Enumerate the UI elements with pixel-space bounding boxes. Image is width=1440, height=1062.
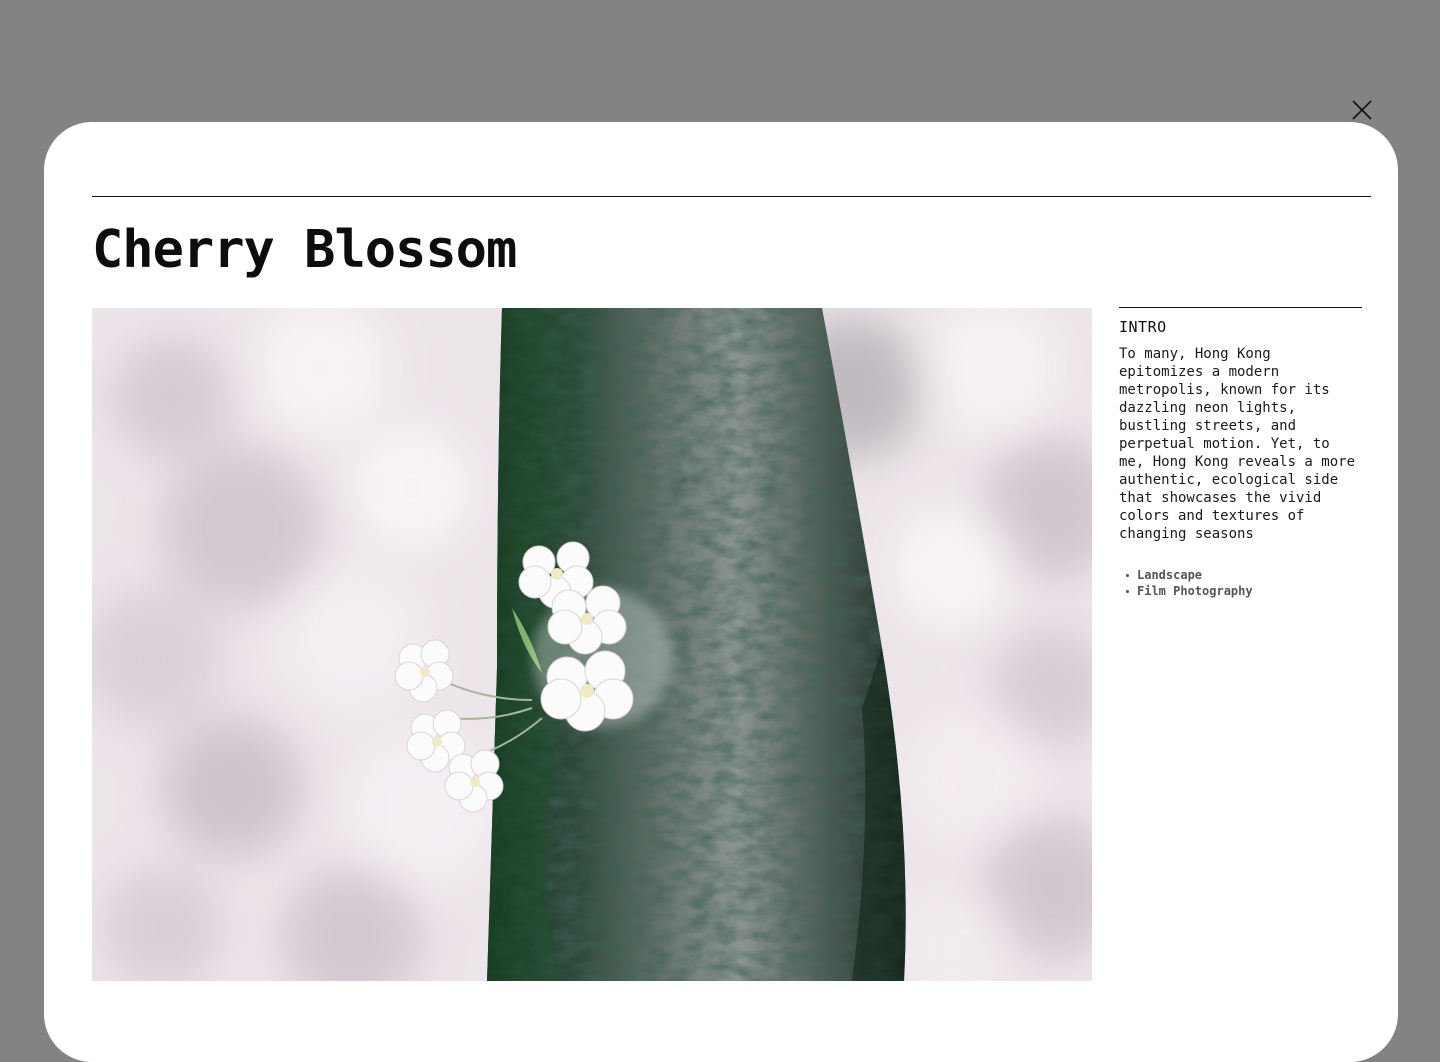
close-button[interactable] [1348, 96, 1376, 124]
project-photo [92, 308, 1092, 981]
page-title: Cherry Blossom [92, 220, 517, 280]
project-modal: Cherry Blossom INTRO To many, Hong Kong … [44, 122, 1398, 1062]
tag-landscape[interactable]: Landscape [1119, 567, 1362, 583]
close-icon [1352, 100, 1372, 120]
intro-heading: INTRO [1119, 318, 1167, 336]
intro-text: To many, Hong Kong epitomizes a modern m… [1119, 346, 1356, 542]
tag-list: Landscape Film Photography [1119, 567, 1362, 599]
tag-film-photography[interactable]: Film Photography [1119, 583, 1362, 599]
title-divider [92, 196, 1371, 197]
cherry-blossom-photo [92, 308, 1092, 981]
sidebar-divider [1119, 307, 1362, 308]
project-sidebar: INTRO To many, Hong Kong epitomizes a mo… [1119, 307, 1362, 599]
